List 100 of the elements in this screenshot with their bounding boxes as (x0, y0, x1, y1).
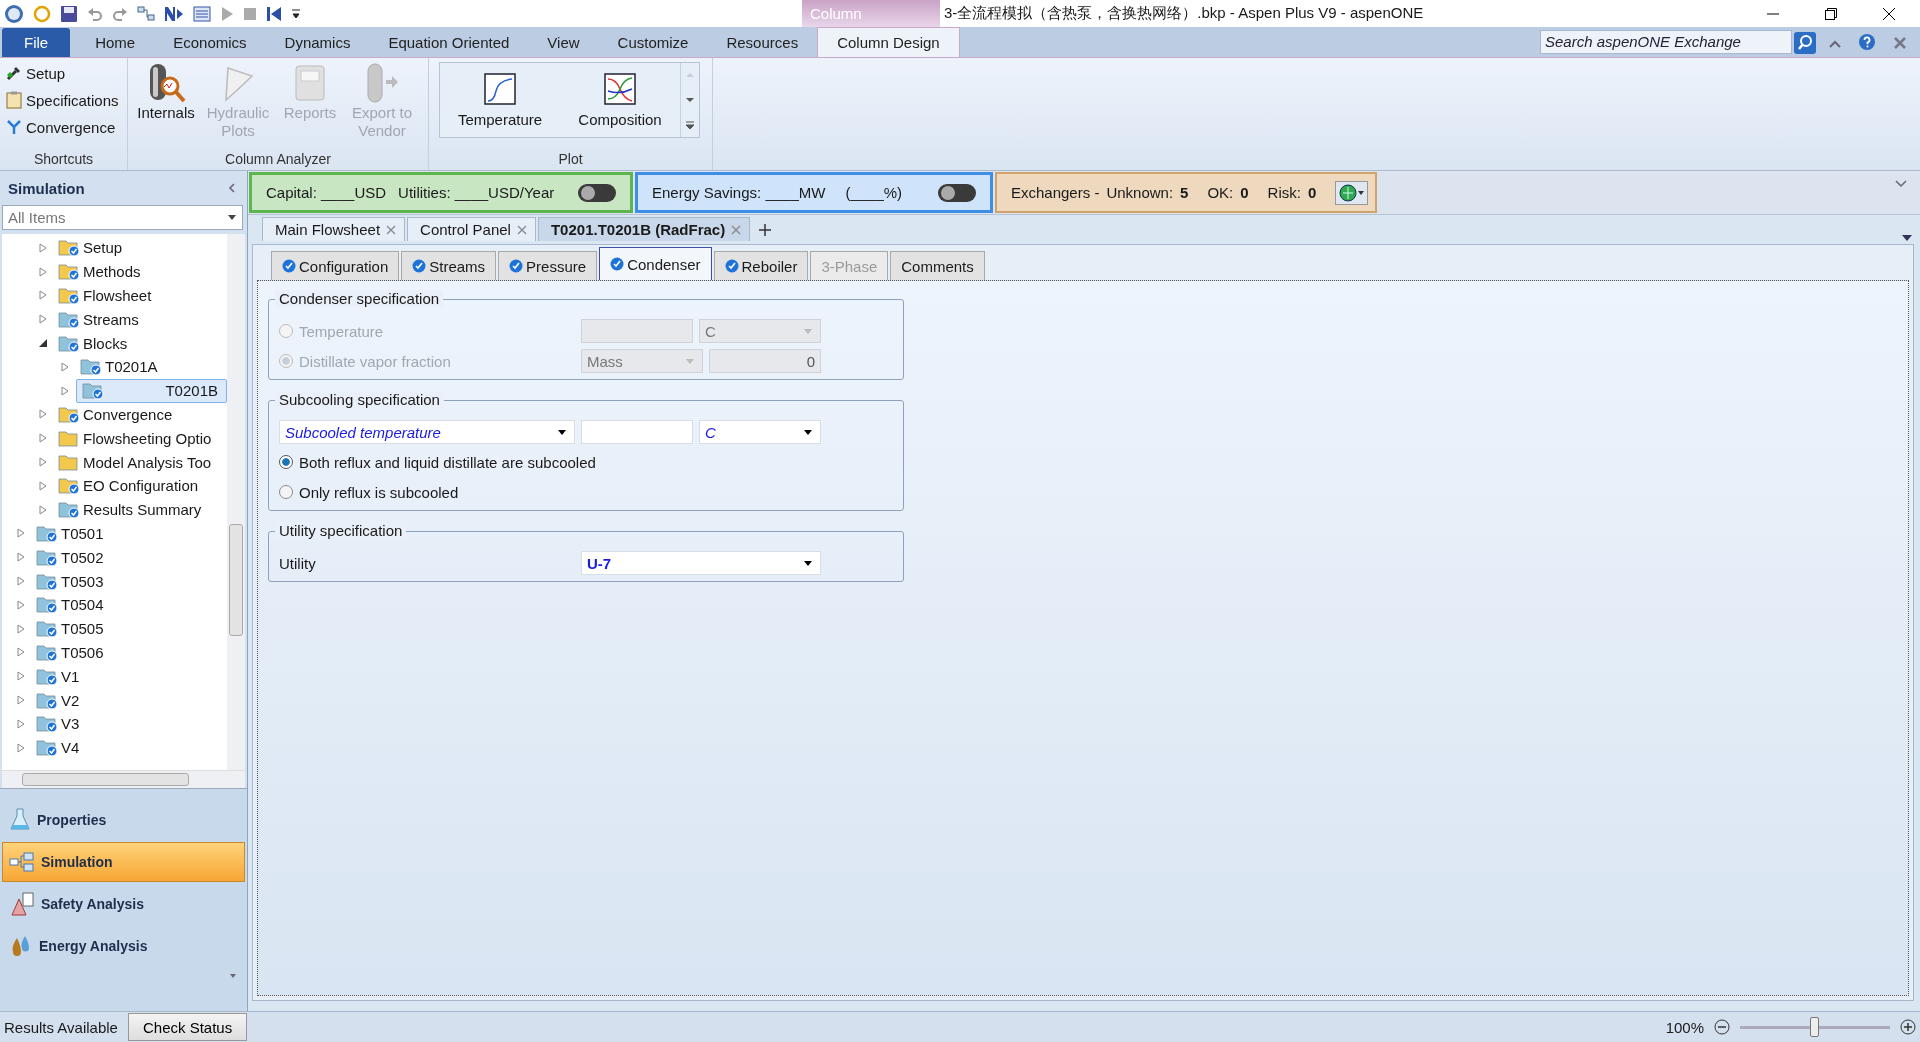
tree-item[interactable]: T0502 (32, 545, 227, 569)
toggle-switch[interactable] (578, 183, 616, 202)
collapsed-arrow-icon[interactable] (16, 528, 26, 539)
collapse-pane-icon[interactable] (227, 182, 237, 194)
ribbon-tab[interactable]: File (2, 28, 71, 57)
filter-dropdown[interactable]: All Items (2, 205, 243, 230)
more-icon[interactable] (229, 973, 237, 979)
tree-item[interactable]: Model Analysis Too (54, 450, 227, 474)
collapsed-arrow-icon[interactable] (16, 671, 26, 682)
tree-item[interactable]: V2 (32, 688, 227, 712)
ribbon-tab[interactable]: Customize (598, 28, 708, 57)
check-status-button[interactable]: Check Status (127, 1013, 248, 1041)
form-tab[interactable]: Streams (401, 251, 497, 280)
customize-icon[interactable] (291, 6, 301, 21)
tree-item[interactable]: T0501 (32, 521, 227, 545)
help-icon[interactable] (1858, 33, 1876, 51)
tree-item[interactable]: Convergence (54, 402, 227, 426)
collapsed-arrow-icon[interactable] (16, 623, 26, 634)
tree-item[interactable]: T0505 (32, 617, 227, 641)
dropdown[interactable]: C (699, 420, 821, 444)
search-field[interactable]: Search aspenONE Exchange (1540, 30, 1792, 54)
radio-button[interactable] (279, 455, 293, 469)
tree-item[interactable]: T0504 (32, 593, 227, 617)
zoom-out-icon[interactable] (1714, 1019, 1730, 1035)
form-tab[interactable]: Configuration (271, 251, 400, 280)
ribbon-tab[interactable]: View (528, 28, 599, 57)
ribbon-tab[interactable]: Equation Oriented (369, 28, 529, 57)
redo-icon[interactable] (112, 5, 128, 22)
tree-item[interactable]: V1 (32, 664, 227, 688)
tree-item[interactable]: Setup (54, 236, 227, 260)
navigation-pane-button[interactable]: Safety Analysis (2, 884, 245, 924)
expanded-arrow-icon[interactable] (38, 338, 48, 349)
collapsed-arrow-icon[interactable] (38, 409, 48, 420)
close-tab-icon[interactable] (386, 224, 397, 235)
dropdown[interactable]: Subcooled temperature (279, 420, 575, 444)
collapsed-arrow-icon[interactable] (38, 290, 48, 301)
tree-item[interactable]: V3 (32, 712, 227, 736)
collapsed-arrow-icon[interactable] (16, 576, 26, 587)
reset-icon[interactable] (266, 5, 282, 22)
save-icon[interactable] (60, 4, 78, 23)
collapsed-arrow-icon[interactable] (38, 433, 48, 444)
collapsed-arrow-icon[interactable] (16, 599, 26, 610)
radio-option[interactable]: Both reflux and liquid distillate are subcooled (279, 453, 596, 471)
shortcut-button[interactable]: Specifications (6, 89, 119, 111)
document-tab[interactable]: Control Panel (407, 217, 536, 241)
tree-item[interactable]: Flowsheeting Optio (54, 426, 227, 450)
restore-icon[interactable] (1824, 6, 1838, 21)
tree-item[interactable]: Blocks (54, 331, 227, 355)
more-icon[interactable] (683, 118, 697, 131)
panel-icon[interactable] (193, 4, 211, 23)
navigation-pane-button[interactable]: Properties (2, 800, 245, 840)
plot-button[interactable]: Temperature (440, 63, 560, 137)
collapsed-arrow-icon[interactable] (16, 647, 26, 658)
expand-icon[interactable] (1894, 179, 1908, 189)
collapsed-arrow-icon[interactable] (60, 385, 70, 396)
collapsed-arrow-icon[interactable] (38, 457, 48, 468)
dropdown[interactable]: U-7 (581, 551, 821, 575)
network-icon[interactable] (137, 4, 155, 23)
tree-item[interactable]: V4 (32, 736, 227, 760)
shortcut-button[interactable]: Setup (6, 62, 119, 84)
tree-item[interactable]: T0201A (76, 355, 227, 379)
run-icon[interactable] (220, 5, 234, 22)
ribbon-tab[interactable]: Economics (154, 28, 266, 57)
tree-item[interactable]: Streams (54, 307, 227, 331)
tree-item[interactable]: T0506 (32, 640, 227, 664)
tree-item[interactable]: Results Summary (54, 498, 227, 522)
tree-item[interactable]: EO Configuration (54, 474, 227, 498)
collapsed-arrow-icon[interactable] (38, 504, 48, 515)
tree-item[interactable]: Methods (54, 260, 227, 284)
input-field[interactable] (581, 319, 693, 343)
ribbon-tab[interactable]: Home (76, 28, 155, 57)
stop-icon[interactable] (243, 6, 257, 21)
plot-button[interactable]: Composition (560, 63, 680, 137)
radio-option[interactable]: Only reflux is subcooled (279, 483, 575, 501)
tree-item[interactable]: Flowsheet (54, 284, 227, 307)
document-tab[interactable]: Main Flowsheet (262, 217, 406, 241)
close-icon[interactable] (1882, 6, 1896, 21)
tree-item[interactable]: T0201B (76, 378, 227, 403)
tab-list-icon[interactable] (1902, 235, 1912, 241)
scrollbar[interactable] (227, 234, 245, 770)
undo-icon[interactable] (87, 5, 103, 22)
toggle-switch[interactable] (938, 183, 976, 202)
ribbon-tab[interactable]: Dynamics (265, 28, 370, 57)
ribbon-tab[interactable]: Resources (707, 28, 818, 57)
form-tab[interactable]: Pressure (498, 251, 598, 280)
input-field[interactable] (581, 420, 693, 444)
close-tab-icon[interactable] (731, 224, 742, 235)
close-tab-icon[interactable] (516, 224, 527, 235)
scrollbar[interactable] (2, 770, 245, 788)
circle-icon[interactable] (33, 4, 51, 23)
ribbon-tab[interactable]: Column Design (817, 27, 960, 57)
collapsed-arrow-icon[interactable] (38, 480, 48, 491)
next-icon[interactable] (164, 4, 184, 23)
zoom-in-icon[interactable] (1900, 1019, 1916, 1035)
collapsed-arrow-icon[interactable] (16, 695, 26, 706)
tree-item[interactable]: T0503 (32, 569, 227, 593)
form-tab[interactable]: Comments (890, 251, 985, 280)
collapsed-arrow-icon[interactable] (16, 552, 26, 563)
zoom-slider-thumb[interactable] (1810, 1016, 1819, 1037)
navigation-pane-button[interactable]: Energy Analysis (2, 926, 245, 966)
